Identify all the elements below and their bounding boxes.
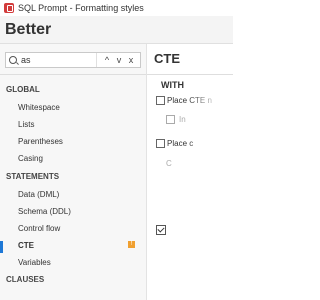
search-icon	[9, 56, 17, 64]
checked-checkbox-icon[interactable]	[156, 225, 166, 235]
sidebar-item-casing[interactable]: Casing	[18, 154, 43, 163]
sidebar: ^ v x GLOBAL Whitespace Lists Parenthese…	[0, 44, 147, 300]
place-c-checkbox[interactable]	[156, 139, 165, 148]
group-global: GLOBAL	[6, 85, 40, 94]
sidebar-item-variables[interactable]: Variables	[18, 258, 51, 267]
indent-label: In	[179, 115, 186, 124]
panel-title: CTE	[154, 51, 180, 66]
search-clear-button[interactable]: x	[126, 53, 136, 67]
search-next-button[interactable]: v	[114, 53, 124, 67]
sidebar-item-lists[interactable]: Lists	[18, 120, 34, 129]
section-with: WITH	[161, 80, 184, 90]
title-bar: SQL Prompt - Formatting styles	[0, 0, 233, 16]
panel-fade-overlay	[187, 88, 233, 298]
indent-checkbox[interactable]	[166, 115, 175, 124]
divider	[0, 74, 146, 75]
active-indicator	[0, 241, 3, 253]
sidebar-item-cte[interactable]: CTE	[18, 241, 34, 250]
options-panel: CTE WITH Place CTE n In Place c C	[147, 44, 233, 300]
sidebar-fade-overlay	[0, 280, 146, 300]
sidebar-item-data-dml[interactable]: Data (DML)	[18, 190, 59, 199]
search-box: ^ v x	[5, 52, 141, 68]
window-title: SQL Prompt - Formatting styles	[18, 3, 144, 13]
style-header: Better	[0, 16, 233, 44]
search-input[interactable]	[21, 54, 93, 66]
search-divider	[96, 53, 97, 67]
style-name: Better	[5, 21, 52, 38]
sidebar-item-control-flow[interactable]: Control flow	[18, 224, 60, 233]
group-statements: STATEMENTS	[6, 172, 60, 181]
search-previous-button[interactable]: ^	[102, 53, 112, 67]
place-cte-checkbox[interactable]	[156, 96, 165, 105]
sidebar-item-parentheses[interactable]: Parentheses	[18, 137, 63, 146]
sidebar-item-schema-ddl[interactable]: Schema (DDL)	[18, 207, 71, 216]
panel-divider	[147, 74, 233, 75]
dimmed-option-label: C	[166, 159, 172, 168]
sql-prompt-app-icon	[4, 3, 14, 13]
sidebar-item-whitespace[interactable]: Whitespace	[18, 103, 60, 112]
match-badge: !	[128, 241, 135, 248]
